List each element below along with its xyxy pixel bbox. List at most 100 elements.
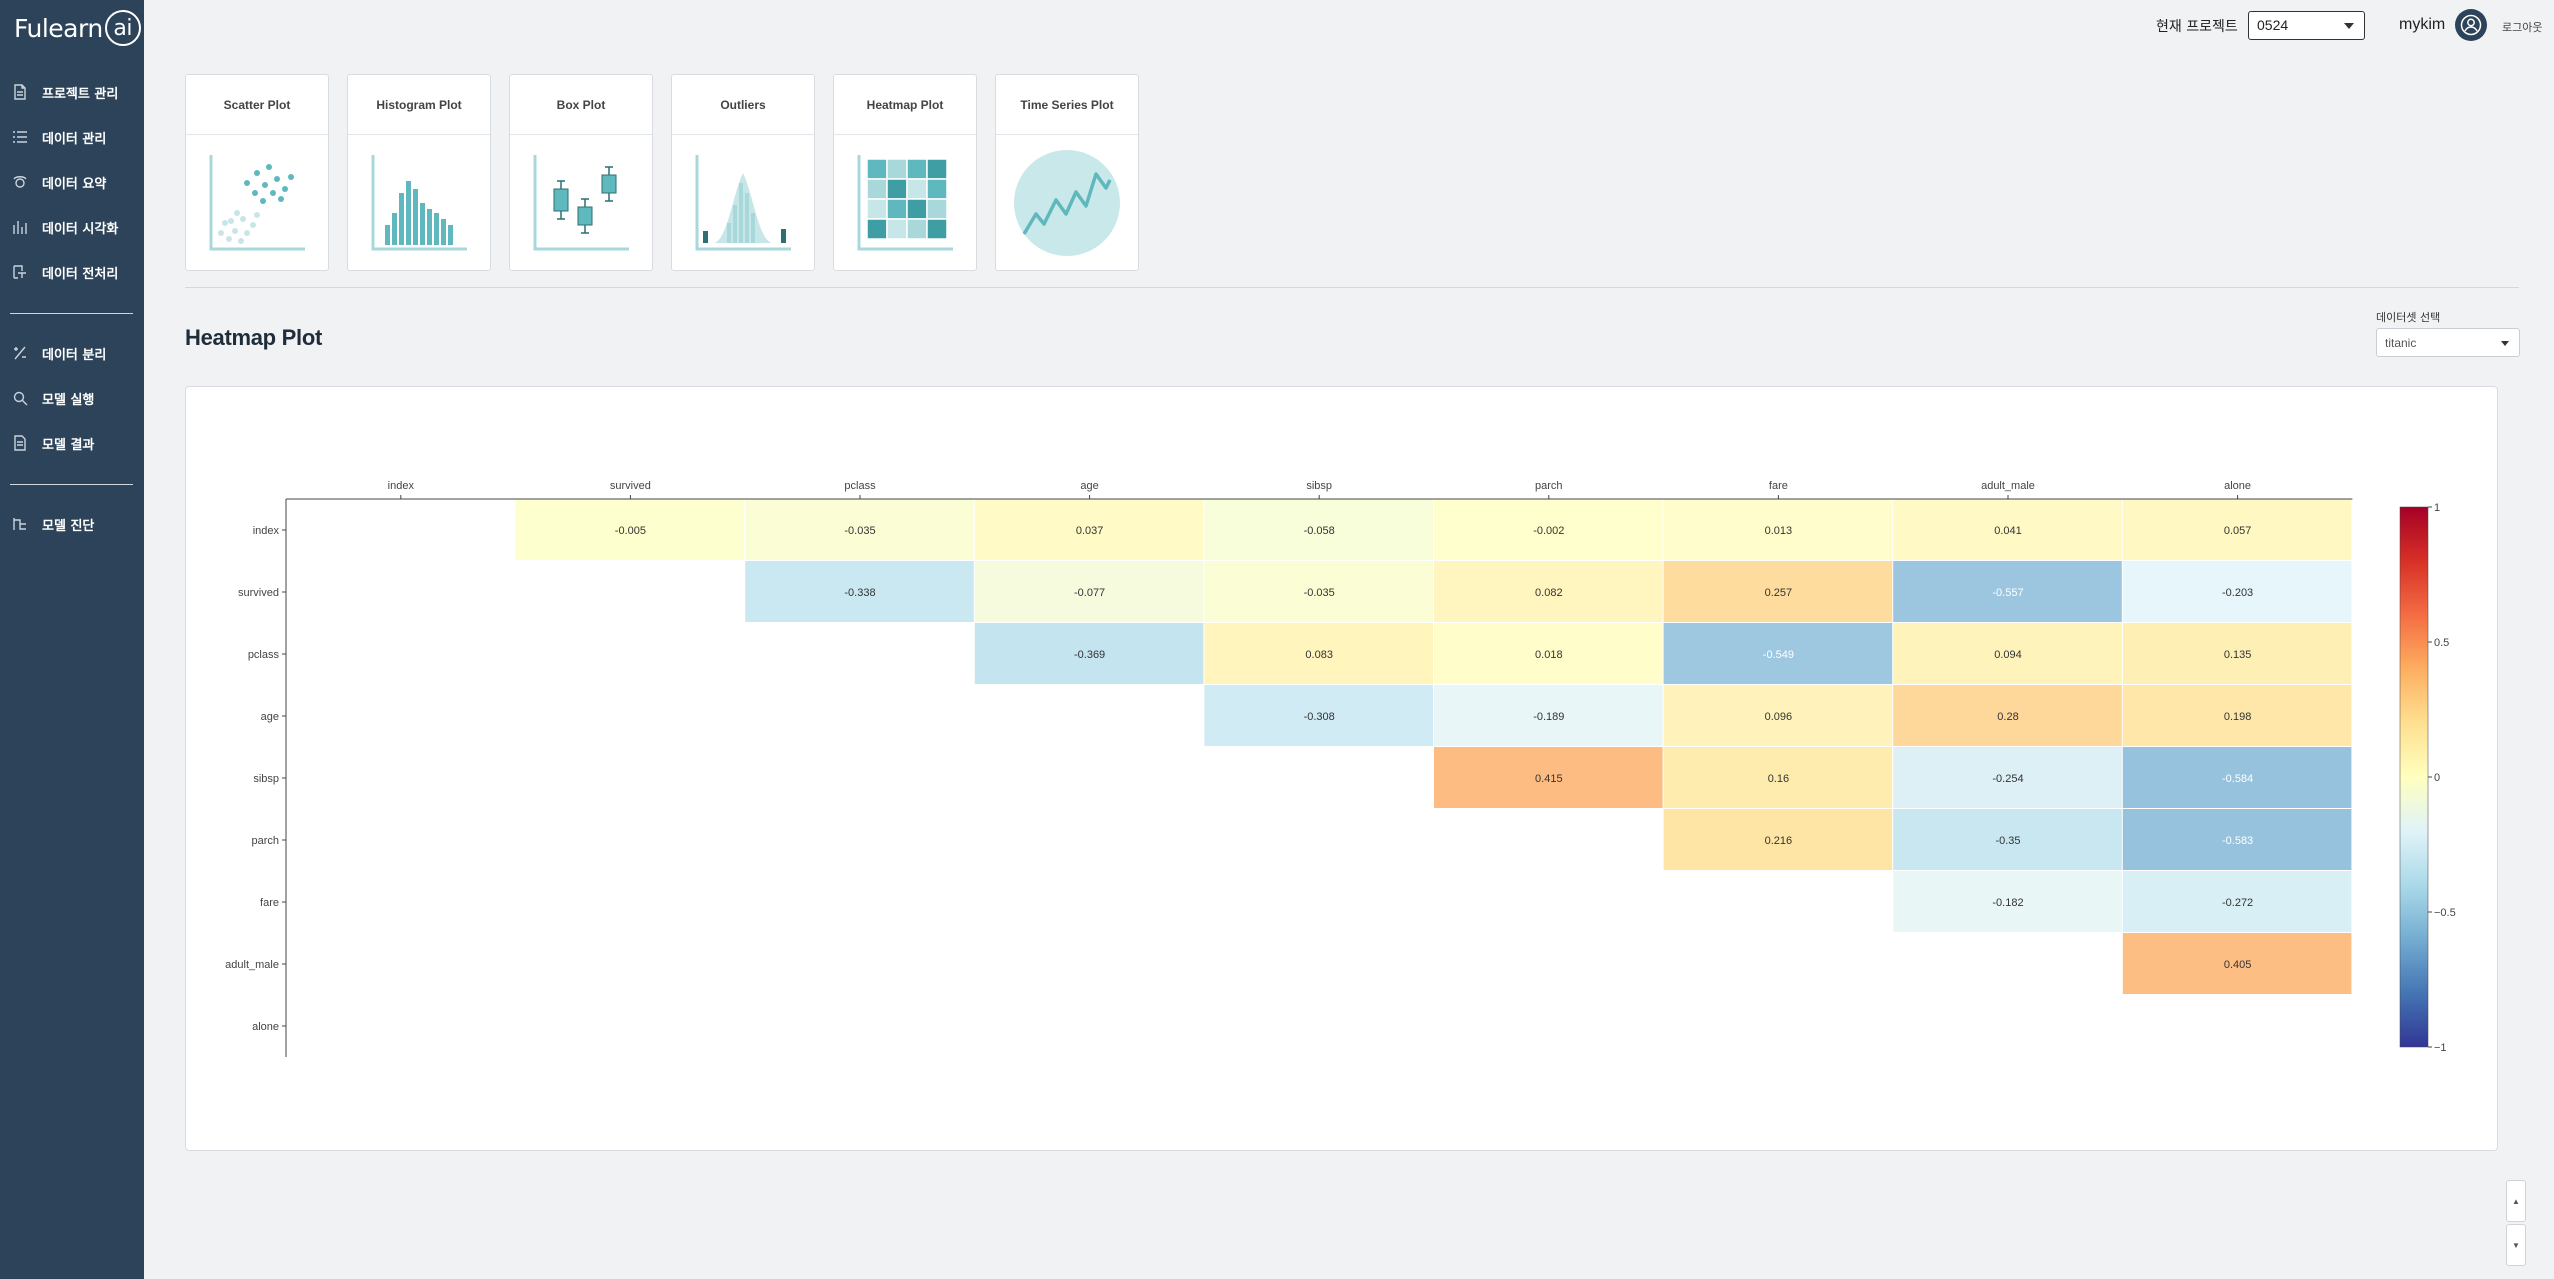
logout-button[interactable]: 로그아웃 [2502, 19, 2542, 35]
sidebar-item-data-split[interactable]: 데이터 분리 [10, 339, 136, 367]
sidebar-item-label: 모델 결과 [42, 437, 95, 453]
card-title: Scatter Plot [186, 75, 328, 135]
sidebar-item-model-run[interactable]: 모델 실행 [10, 384, 136, 412]
heatmap-panel: -0.005 -0.035 0.037 -0.058 -0.002 0.013 0.041 0… [185, 386, 2498, 1151]
heatmap-cell-label: 0.013 [1765, 525, 1793, 537]
colorbar-tick-label: 0.5 [2434, 637, 2449, 649]
heatmap-cell-label: -0.203 [2222, 587, 2253, 599]
heatmap-cell-label: 0.057 [2224, 525, 2252, 537]
user-avatar-icon[interactable] [2455, 9, 2487, 41]
card-title: Histogram Plot [348, 75, 490, 135]
time-series-plot-card[interactable]: Time Series Plot [995, 74, 1139, 271]
page-title: Heatmap Plot [185, 325, 322, 350]
heatmap-cell-label: 0.037 [1076, 525, 1104, 537]
sidebar-item-data-preprocessing[interactable]: 데이터 전처리 [10, 258, 136, 286]
y-tick-label: survived [238, 587, 279, 599]
scroll-down-button[interactable]: ▼ [2506, 1224, 2526, 1266]
time-series-plot-icon [996, 135, 1138, 270]
heatmap-cell-label: -0.189 [1533, 711, 1564, 723]
heatmap-cell-label: 0.16 [1768, 773, 1789, 785]
x-tick-label: index [388, 480, 415, 492]
colorbar-tick-label: −1 [2434, 1042, 2447, 1054]
sidebar-item-data-visualization[interactable]: 데이터 시각화 [10, 213, 136, 241]
x-tick-label: age [1080, 480, 1098, 492]
x-tick-label: pclass [844, 480, 876, 492]
card-title: Box Plot [510, 75, 652, 135]
heatmap-plot-card[interactable]: Heatmap Plot [833, 74, 977, 271]
y-tick-label: parch [251, 835, 279, 847]
heatmap-cell-label: 0.405 [2224, 959, 2252, 971]
heatmap-cell-label: 0.041 [1994, 525, 2022, 537]
y-tick-label: fare [260, 897, 279, 909]
heatmap-cell-label: -0.077 [1074, 587, 1105, 599]
box-plot-icon [510, 135, 652, 270]
heatmap-cell-label: 0.096 [1765, 711, 1793, 723]
summary-icon [10, 172, 30, 192]
result-document-icon [10, 433, 30, 453]
section-divider [185, 287, 2519, 288]
sidebar-item-model-diagnosis[interactable]: 모델 진단 [10, 510, 136, 538]
sidebar-item-label: 데이터 시각화 [42, 221, 119, 237]
heatmap-cell-label: 0.135 [2224, 649, 2252, 661]
bar-chart-icon [10, 217, 30, 237]
x-tick-label: survived [610, 480, 651, 492]
heatmap-cell-label: -0.549 [1763, 649, 1794, 661]
colorbar-tick-label: −0.5 [2434, 907, 2456, 919]
split-icon [10, 343, 30, 363]
heatmap-cell-label: 0.198 [2224, 711, 2252, 723]
dataset-select-value: titanic [2385, 336, 2417, 350]
x-tick-label: sibsp [1306, 480, 1332, 492]
project-select[interactable]: 0524 [2248, 11, 2365, 40]
sidebar-item-label: 데이터 전처리 [42, 266, 119, 282]
outliers-card[interactable]: Outliers [671, 74, 815, 271]
arrow-up-icon: ▲ [2512, 1196, 2520, 1206]
heatmap-cell-label: -0.254 [1992, 773, 2023, 785]
heatmap-plot-icon [834, 135, 976, 270]
document-icon [10, 82, 30, 102]
heatmap-cell-label: -0.583 [2222, 835, 2253, 847]
y-tick-label: alone [252, 1021, 279, 1033]
scroll-up-button[interactable]: ▲ [2506, 1180, 2526, 1222]
x-tick-label: parch [1535, 480, 1563, 492]
heatmap-cell-label: 0.082 [1535, 587, 1563, 599]
heatmap-chart: -0.005 -0.035 0.037 -0.058 -0.002 0.013 0.041 0… [225, 480, 2456, 1057]
x-tick-label: adult_male [1981, 480, 2035, 492]
sidebar-item-data-summary[interactable]: 데이터 요약 [10, 168, 136, 196]
heatmap-cell-label: -0.272 [2222, 897, 2253, 909]
histogram-plot-icon [348, 135, 490, 270]
app-logo[interactable]: Fulearn ai [14, 8, 141, 48]
sidebar-item-label: 프로젝트 관리 [42, 86, 119, 102]
username: mykim [2399, 16, 2446, 33]
chevron-down-icon [2501, 341, 2509, 346]
project-select-value: 0524 [2257, 17, 2289, 33]
heatmap-cell-label: -0.035 [1304, 587, 1335, 599]
logo-text: Fulearn [14, 13, 103, 43]
colorbar-tick-label: 1 [2434, 502, 2440, 514]
sidebar-item-data-management[interactable]: 데이터 관리 [10, 123, 136, 151]
scatter-plot-icon [186, 135, 328, 270]
y-tick-label: adult_male [225, 959, 279, 971]
arrow-down-icon: ▼ [2512, 1240, 2520, 1250]
search-icon [10, 388, 30, 408]
heatmap-cell-label: -0.005 [615, 525, 646, 537]
heatmap-cell-label: 0.083 [1305, 649, 1333, 661]
heatmap-cell-label: 0.018 [1535, 649, 1563, 661]
heatmap-cell-label: -0.338 [844, 587, 875, 599]
chevron-down-icon [2344, 23, 2354, 29]
heatmap-cell-label: -0.035 [844, 525, 875, 537]
histogram-plot-card[interactable]: Histogram Plot [347, 74, 491, 271]
heatmap-cell-label: -0.35 [1995, 835, 2020, 847]
box-plot-card[interactable]: Box Plot [509, 74, 653, 271]
preprocess-icon [10, 262, 30, 282]
card-title: Heatmap Plot [834, 75, 976, 135]
dataset-select[interactable]: titanic [2376, 328, 2520, 357]
heatmap-cell-label: -0.058 [1304, 525, 1335, 537]
sidebar-divider [10, 313, 133, 314]
colorbar [2399, 506, 2429, 1048]
sidebar-divider [10, 484, 133, 485]
diagnosis-icon [10, 514, 30, 534]
scatter-plot-card[interactable]: Scatter Plot [185, 74, 329, 271]
y-tick-label: pclass [248, 649, 280, 661]
sidebar-item-model-results[interactable]: 모델 결과 [10, 429, 136, 457]
sidebar-item-project-management[interactable]: 프로젝트 관리 [10, 78, 136, 106]
